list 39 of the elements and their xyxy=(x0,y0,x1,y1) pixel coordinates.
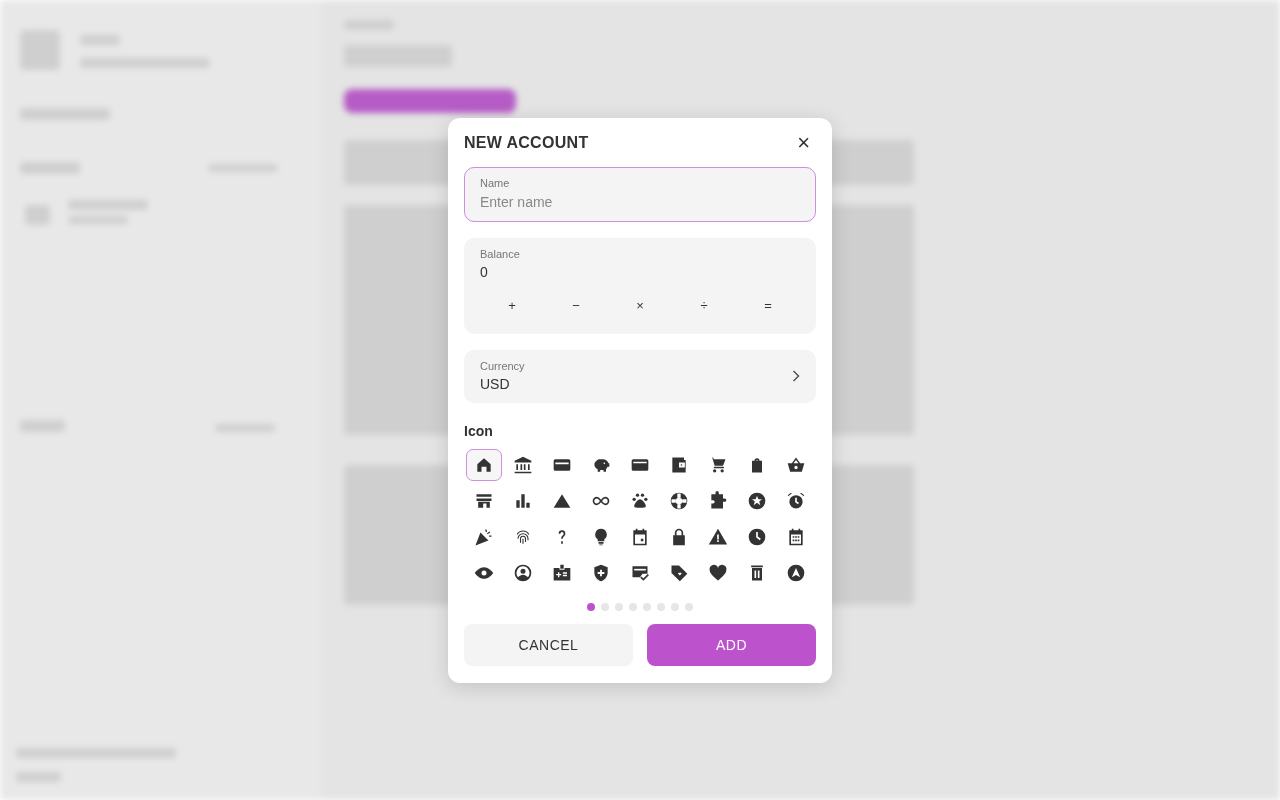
alarm-clock-icon xyxy=(786,490,807,511)
close-button[interactable]: × xyxy=(791,131,816,154)
section-label: Icon xyxy=(464,422,494,439)
operator-key[interactable]: − xyxy=(570,295,582,315)
star-badge-icon xyxy=(747,490,768,511)
name-field[interactable]: Name Enter name xyxy=(464,166,816,222)
page-dot[interactable] xyxy=(671,602,679,611)
icon-option[interactable] xyxy=(465,448,502,481)
currency-field[interactable]: Currency USD xyxy=(464,349,816,403)
bank-icon xyxy=(512,454,533,475)
cancel-button[interactable]: CANCEL xyxy=(464,623,633,666)
chevron-right-icon xyxy=(792,369,800,382)
lifebuoy-icon xyxy=(669,490,690,511)
add-button[interactable]: ADD xyxy=(647,623,816,666)
page-dot[interactable] xyxy=(615,602,623,611)
calendar-event-icon xyxy=(630,526,650,547)
operator-key[interactable]: + xyxy=(506,295,518,315)
text-input[interactable]: Enter name xyxy=(480,193,800,210)
clock-icon xyxy=(747,526,768,547)
operator-key[interactable]: = xyxy=(762,295,774,315)
page-dot[interactable] xyxy=(629,602,637,611)
navigation-icon xyxy=(786,562,807,583)
operator-key[interactable]: ÷ xyxy=(698,295,710,315)
field-label: Currency xyxy=(480,359,525,372)
id-badge-icon xyxy=(551,562,572,583)
operator-key[interactable]: × xyxy=(634,295,646,315)
field-label: Name xyxy=(480,176,511,189)
page-dot[interactable] xyxy=(657,602,665,611)
page-dot[interactable] xyxy=(643,602,651,611)
dialog-title: NEW ACCOUNT xyxy=(464,133,589,152)
page-dot[interactable] xyxy=(601,602,609,611)
page-dot[interactable] xyxy=(587,602,595,611)
balance-field[interactable]: Balance 0 + − × ÷ = xyxy=(464,237,816,334)
puzzle-icon xyxy=(708,490,729,511)
field-label: Balance xyxy=(480,247,521,260)
page-dot[interactable] xyxy=(685,602,693,611)
balance-value: 0 xyxy=(480,263,489,280)
currency-value: USD xyxy=(480,375,511,392)
heart-icon xyxy=(708,562,729,583)
